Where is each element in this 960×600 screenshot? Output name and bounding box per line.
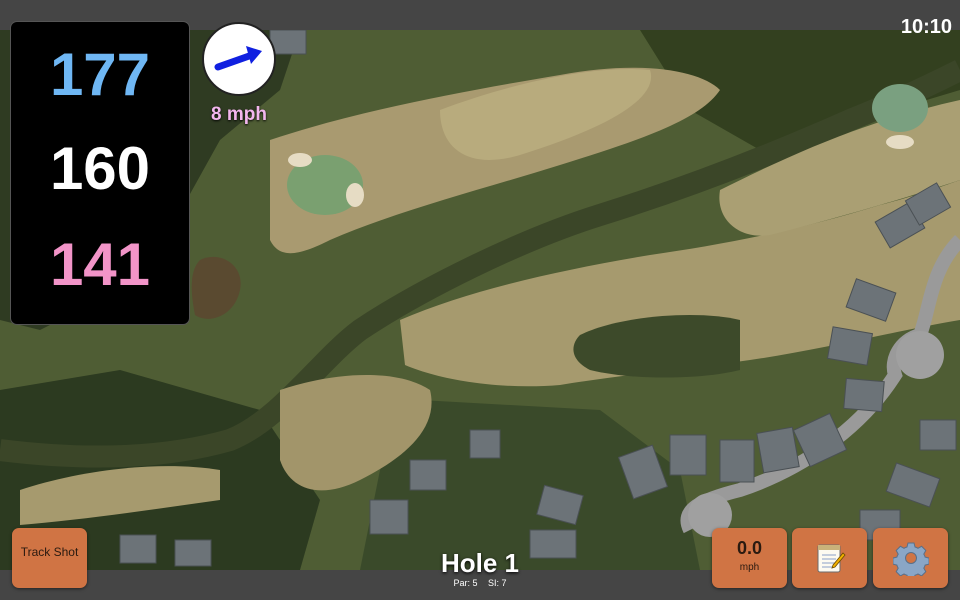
center-of-green-distance: 160	[49, 135, 151, 202]
scorecard-notes-button[interactable]	[792, 528, 867, 588]
speed-unit: mph	[739, 562, 760, 573]
speed-button[interactable]: 0.0 mph	[712, 528, 787, 588]
gear-icon	[892, 542, 929, 576]
settings-button[interactable]	[873, 528, 948, 588]
front-of-green-distance: 141	[49, 231, 151, 298]
clock: 10:10	[900, 16, 952, 38]
track-shot-label: Track Shot	[20, 545, 79, 559]
wind-direction-button[interactable]	[202, 22, 276, 96]
hole-stroke-index: SI: 7	[488, 578, 507, 588]
arrow-icon	[214, 46, 262, 71]
hole-par: Par: 5	[453, 578, 478, 588]
back-of-green-distance: 177	[49, 41, 151, 108]
notepad-icon	[817, 544, 846, 573]
speed-value: 0.0	[736, 538, 763, 558]
hole-title: Hole 1	[440, 548, 520, 578]
hole-details: Par: 5 SI: 7	[380, 578, 580, 588]
hole-info: Hole 1 Par: 5 SI: 7	[380, 548, 580, 588]
distance-panel[interactable]: 177 160 141	[11, 22, 189, 324]
wind-speed-label: 8 mph	[211, 104, 267, 125]
track-shot-button[interactable]: Track Shot	[12, 528, 87, 588]
